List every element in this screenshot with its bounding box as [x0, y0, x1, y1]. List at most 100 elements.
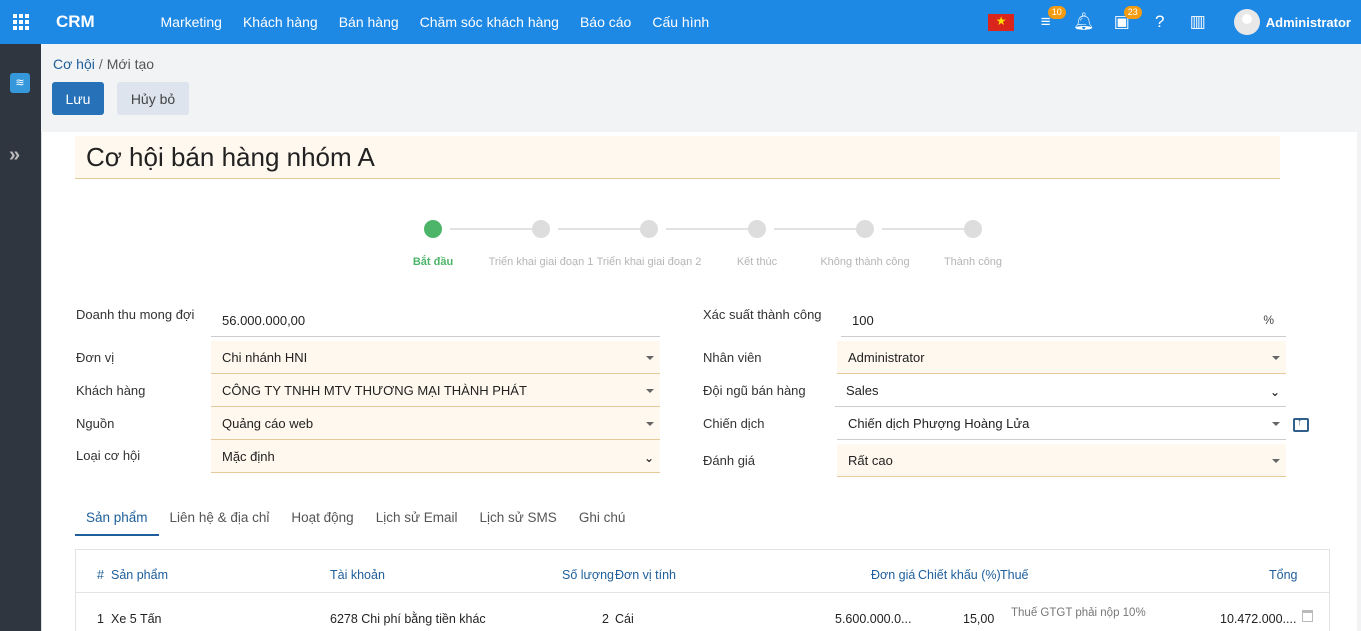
row-1-unit-price[interactable]: 5.600.000.0...: [835, 612, 911, 626]
stage-label-start[interactable]: Bắt đầu: [413, 256, 453, 268]
form-sheet: Cơ hội bán hàng nhóm A Bắt đầu Triển kha…: [41, 132, 1357, 631]
stage-connector: [558, 228, 648, 230]
stage-label-phase-2[interactable]: Triển khai giai đoạn 2: [597, 256, 702, 268]
expected-revenue-field[interactable]: 56.000.000,00: [211, 304, 660, 337]
expected-revenue-label: Doanh thu mong đợi: [76, 307, 195, 322]
user-menu-name[interactable]: Administrator: [1266, 15, 1351, 30]
row-1-quantity[interactable]: 2: [602, 612, 609, 626]
opportunity-type-label: Loại cơ hội: [76, 448, 141, 463]
calendar-badge: 23: [1123, 6, 1142, 19]
vietnam-flag-icon[interactable]: [987, 13, 1014, 31]
menu-item-customer-care[interactable]: Chăm sóc khách hàng: [409, 0, 569, 44]
stage-connector: [882, 228, 972, 230]
stage-dot-success[interactable]: [964, 220, 982, 238]
unit-label: Đơn vị: [76, 350, 115, 365]
stage-dot-failed[interactable]: [856, 220, 874, 238]
dropdown-caret-icon: [1272, 422, 1280, 426]
opportunity-title-field[interactable]: Cơ hội bán hàng nhóm A: [75, 136, 1280, 179]
notebook-tabs: Sản phẩm Liên hệ & địa chỉ Hoạt động Lịc…: [75, 500, 636, 536]
apps-grid-icon[interactable]: [0, 0, 42, 44]
column-header-quantity[interactable]: Số lượng: [562, 568, 614, 582]
breadcrumb-parent-link[interactable]: Cơ hội: [53, 56, 95, 72]
customer-select[interactable]: CÔNG TY TNHH MTV THƯƠNG MẠI THÀNH PHÁT: [211, 374, 660, 407]
stage-label-end[interactable]: Kết thúc: [737, 256, 777, 268]
tab-sms-history[interactable]: Lịch sử SMS: [469, 500, 568, 536]
menu-item-sales[interactable]: Bán hàng: [328, 0, 409, 44]
opportunity-type-select[interactable]: Mặc định ⌄: [211, 440, 660, 473]
stage-connector: [774, 228, 864, 230]
delete-row-icon[interactable]: [1302, 610, 1313, 622]
tab-activities[interactable]: Hoạt động: [280, 500, 364, 536]
main-menu: Marketing Khách hàng Bán hàng Chăm sóc k…: [150, 0, 720, 44]
salesperson-label: Nhân viên: [703, 350, 762, 365]
opportunity-type-value: Mặc định: [222, 448, 275, 464]
stage-dot-end[interactable]: [748, 220, 766, 238]
source-value: Quảng cáo web: [222, 415, 314, 431]
probability-label: Xác suất thành công: [703, 307, 822, 322]
app-brand[interactable]: CRM: [56, 12, 136, 32]
probability-value: 100: [852, 312, 874, 328]
column-header-account[interactable]: Tài khoản: [330, 568, 385, 582]
top-navbar: CRM Marketing Khách hàng Bán hàng Chăm s…: [0, 0, 1361, 44]
column-header-tax[interactable]: Thuế: [1000, 568, 1029, 582]
cancel-button[interactable]: Hủy bỏ: [117, 82, 189, 115]
stage-connector: [450, 228, 540, 230]
menu-item-customers[interactable]: Khách hàng: [232, 0, 328, 44]
breadcrumb-separator: /: [98, 56, 103, 72]
tab-products[interactable]: Sản phẩm: [75, 500, 159, 536]
menu-item-marketing[interactable]: Marketing: [150, 0, 232, 44]
breadcrumb-current: Mới tạo: [106, 56, 155, 72]
crm-module-icon[interactable]: ≋: [10, 73, 30, 93]
salesperson-select[interactable]: Administrator: [837, 341, 1286, 374]
menu-item-reports[interactable]: Báo cáo: [569, 0, 641, 44]
company-building-icon[interactable]: ▥: [1186, 10, 1210, 34]
external-link-icon[interactable]: [1293, 417, 1309, 432]
top-right-tools: ≡10 🔔︎ ▣23 ? ▥ Administrator: [987, 0, 1361, 44]
stage-connector: [666, 228, 756, 230]
column-header-unit-price[interactable]: Đơn giá: [871, 568, 915, 582]
sales-team-select[interactable]: Sales ⌄: [835, 374, 1286, 407]
stage-dot-phase-1[interactable]: [532, 220, 550, 238]
row-1-tax[interactable]: Thuế GTGT phải nộp 10%: [1011, 607, 1146, 619]
chevron-down-icon: ⌄: [1269, 385, 1280, 399]
rating-label: Đánh giá: [703, 453, 756, 468]
activity-list-icon[interactable]: ≡ 10: [1034, 6, 1066, 34]
save-button[interactable]: Lưu: [52, 82, 104, 115]
help-icon[interactable]: ?: [1148, 10, 1172, 34]
menu-item-configuration[interactable]: Cấu hình: [642, 0, 720, 44]
expand-sidebar-icon[interactable]: »: [9, 144, 20, 167]
dropdown-caret-icon: [1272, 356, 1280, 360]
avatar[interactable]: [1233, 9, 1260, 35]
campaign-select[interactable]: Chiến dịch Phượng Hoàng Lửa: [837, 407, 1286, 440]
dropdown-caret-icon: [1272, 459, 1280, 463]
column-header-product[interactable]: Sản phẩm: [111, 568, 168, 582]
stage-dot-phase-2[interactable]: [640, 220, 658, 238]
tab-email-history[interactable]: Lịch sử Email: [365, 500, 469, 536]
left-sidebar: ≋ »: [0, 44, 41, 631]
tab-contacts-addresses[interactable]: Liên hệ & địa chỉ: [159, 500, 281, 536]
source-select[interactable]: Quảng cáo web: [211, 407, 660, 440]
activity-badge: 10: [1047, 6, 1066, 19]
stage-label-success[interactable]: Thành công: [944, 256, 1002, 268]
control-panel: Cơ hội / Mới tạo Lưu Hủy bỏ: [41, 44, 1361, 132]
unit-select[interactable]: Chi nhánh HNI: [211, 341, 660, 374]
sales-team-label: Đội ngũ bán hàng: [703, 383, 806, 398]
products-table: # Sản phẩm Tài khoản Số lượng Đơn vị tín…: [75, 549, 1330, 631]
row-1-account[interactable]: 6278 Chi phí bằng tiền khác: [330, 612, 486, 626]
customer-label: Khách hàng: [76, 383, 146, 398]
row-1-product[interactable]: Xe 5 Tấn: [111, 612, 162, 626]
column-header-discount[interactable]: Chiết khấu (%): [918, 568, 1001, 582]
row-1-total: 10.472.000....: [1220, 612, 1297, 626]
row-1-discount[interactable]: 15,00: [963, 612, 994, 626]
stage-label-phase-1[interactable]: Triển khai giai đoạn 1: [489, 256, 594, 268]
column-header-total[interactable]: Tổng: [1269, 568, 1298, 582]
row-1-uom[interactable]: Cái: [615, 612, 634, 626]
calendar-icon[interactable]: ▣ 23: [1110, 6, 1142, 34]
probability-field[interactable]: 100%: [841, 304, 1286, 337]
column-header-uom[interactable]: Đơn vị tính: [615, 568, 676, 582]
bell-icon[interactable]: 🔔︎: [1072, 10, 1096, 34]
tab-notes[interactable]: Ghi chú: [568, 500, 637, 536]
stage-dot-start[interactable]: [424, 220, 442, 238]
rating-select[interactable]: Rất cao: [837, 444, 1286, 477]
stage-label-failed[interactable]: Không thành công: [820, 256, 909, 268]
